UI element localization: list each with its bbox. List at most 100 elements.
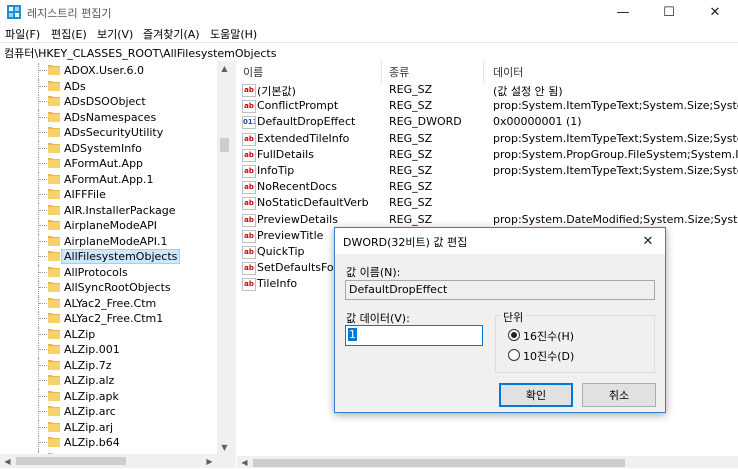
column-divider[interactable] (381, 61, 382, 83)
value-name: ExtendedTileInfo (257, 131, 350, 145)
value-row[interactable]: ab ExtendedTileInfo REG_SZ prop:System.Item… (237, 131, 738, 147)
value-type: REG_SZ (389, 164, 433, 177)
value-type: REG_SZ (389, 147, 433, 161)
value-data-input[interactable]: 1 (345, 325, 483, 346)
folder-icon (48, 266, 60, 277)
menu-file[interactable]: 파일(F) (5, 26, 40, 42)
address-bar[interactable]: 컴퓨터\HKEY_CLASSES_ROOT\AllFilesystemObjec… (0, 42, 738, 62)
menu-favorites[interactable]: 즐겨찾기(A) (143, 26, 200, 42)
value-row[interactable]: 011DefaultDropEffect REG_DWORD 0x00000001 … (237, 114, 738, 130)
radio-decimal[interactable] (508, 349, 520, 361)
menu-edit[interactable]: 편집(E) (51, 26, 87, 42)
tree-item[interactable]: ADSystemInfo (0, 140, 217, 157)
string-value-icon: ab (242, 262, 256, 276)
scroll-down-icon[interactable]: ▼ (217, 440, 232, 454)
tree-item[interactable]: AirplaneModeAPI.1 (0, 233, 217, 250)
tree-item[interactable]: ALZip.7z (0, 357, 217, 374)
pane-splitter[interactable] (232, 61, 236, 468)
tree-item-label: ADs (64, 79, 86, 93)
list-hscroll-thumb[interactable] (253, 459, 625, 467)
tree-item[interactable]: ALZip.arc (0, 404, 217, 420)
tree-horizontal-scrollbar[interactable]: ◀ ▶ (0, 454, 232, 468)
tree-item-label: AirplaneModeAPI.1 (64, 234, 168, 248)
tree-item[interactable]: AFormAut.App (0, 156, 217, 172)
maximize-button[interactable]: ☐ (646, 0, 692, 24)
tree-item[interactable]: AllSyncRootObjects (0, 280, 217, 296)
tree-item[interactable]: ADs (0, 78, 217, 95)
value-type: REG_SZ (389, 99, 433, 113)
close-icon: ✕ (642, 233, 654, 249)
tree-item[interactable]: ALYac2_Free.Ctm1 (0, 311, 217, 327)
tree-item[interactable]: ALZip (0, 326, 217, 343)
string-value-icon: ab (242, 148, 256, 162)
tree-item-label: AFormAut.App.1 (64, 172, 154, 186)
tree-connector (38, 125, 39, 141)
value-row[interactable]: ab NoRecentDocs REG_SZ (237, 179, 738, 195)
ok-button[interactable]: 확인 (499, 383, 573, 407)
tree-item[interactable]: ADsDSOObject (0, 94, 217, 110)
tree-connector (39, 411, 47, 412)
folder-icon (48, 406, 60, 416)
tree-scroll-thumb[interactable] (220, 138, 229, 152)
tree-connector (38, 187, 39, 203)
menu-view[interactable]: 보기(V) (97, 26, 133, 42)
folder-icon (48, 421, 60, 432)
tree-item-label: ALZip.arc (64, 405, 116, 418)
column-header-name[interactable]: 이름 (243, 64, 263, 80)
tree-item[interactable]: ALZip.arj (0, 419, 217, 436)
dialog-close-button[interactable]: ✕ (637, 231, 659, 251)
tree-item[interactable]: AIR.InstallerPackage (0, 202, 217, 219)
tree-item[interactable]: AirplaneModeAPI (0, 218, 217, 234)
column-divider[interactable] (483, 61, 484, 83)
close-button[interactable]: ✕ (692, 0, 738, 24)
tree-hscroll-thumb[interactable] (16, 457, 126, 465)
tree-item[interactable]: ALYac2_Free.Ctm (0, 295, 217, 312)
key-tree[interactable]: ADOX.User.6.0 ADs ADsDSOObject ADsNamespace… (0, 61, 233, 468)
value-row[interactable]: ab ConflictPrompt REG_SZ prop:System.ItemTy… (237, 98, 738, 114)
menu-help[interactable]: 도움말(H) (210, 26, 257, 42)
tree-item[interactable]: ADsSecurityUtility (0, 125, 217, 141)
tree-connector (39, 395, 47, 397)
radio-hex-label[interactable]: 16진수(H) (523, 328, 574, 344)
tree-item[interactable]: AIFFFile (0, 187, 217, 203)
minimize-button[interactable]: — (600, 0, 646, 24)
string-value-icon: ab (242, 181, 256, 195)
value-data: prop:System.PropGroup.FileSystem;System.… (493, 147, 738, 161)
tree-connector (38, 311, 39, 327)
radio-decimal-label[interactable]: 10진수(D) (523, 348, 574, 364)
tree-item-label: ALZip.alz (64, 374, 115, 387)
tree-item[interactable]: AFormAut.App.1 (0, 171, 217, 188)
tree-item-label: ALZip.arj (64, 420, 114, 434)
value-row[interactable]: ab PreviewDetails REG_SZ prop:System.DateMo… (237, 212, 738, 228)
address-path[interactable]: 컴퓨터\HKEY_CLASSES_ROOT\AllFilesystemObjec… (4, 45, 276, 61)
value-row[interactable]: ab FullDetails REG_SZ prop:System.PropGroup… (237, 147, 738, 163)
value-row[interactable]: ab InfoTip REG_SZ prop:System.ItemTypeText;… (237, 163, 738, 179)
scroll-up-icon[interactable]: ▲ (217, 61, 232, 75)
tree-connector (38, 233, 39, 250)
tree-item[interactable]: ALZip.alz (0, 373, 217, 389)
tree-item[interactable]: ADsNamespaces (0, 109, 217, 126)
column-header-type[interactable]: 종류 (389, 64, 409, 80)
tree-item[interactable]: AllProtocols (0, 264, 217, 281)
tree-item[interactable]: ALZip.001 (0, 342, 217, 358)
value-type: REG_SZ (389, 83, 433, 96)
tree-item-label: AirplaneModeAPI (64, 219, 157, 232)
tree-vertical-scrollbar[interactable]: ▲ ▼ (217, 61, 232, 454)
scroll-left-icon[interactable]: ◀ (0, 454, 15, 468)
list-horizontal-scrollbar[interactable]: ◀ (237, 456, 738, 468)
value-data-label: 값 데이터(V): (346, 312, 410, 325)
value-row[interactable]: ab NoStaticDefaultVerb REG_SZ (237, 195, 738, 211)
folder-icon (48, 111, 60, 122)
tree-item[interactable]: ALZip.b64 (0, 435, 217, 451)
tree-item[interactable]: ADOX.User.6.0 (0, 63, 217, 79)
tree-item[interactable]: AllFilesystemObjects (0, 249, 217, 265)
cancel-button[interactable]: 취소 (582, 383, 656, 407)
tree-item[interactable]: ALZip.apk (0, 388, 217, 405)
column-header-data[interactable]: 데이터 (493, 64, 523, 80)
tree-item-label: ADSystemInfo (64, 141, 142, 155)
scroll-left-icon[interactable]: ◀ (237, 455, 252, 469)
scroll-right-icon[interactable]: ▶ (202, 454, 217, 468)
radio-hex[interactable] (508, 329, 520, 341)
tree-item-label: ALZip.apk (64, 389, 119, 403)
value-row[interactable]: ab (기본값) REG_SZ (값 설정 안 됨) (237, 82, 738, 98)
